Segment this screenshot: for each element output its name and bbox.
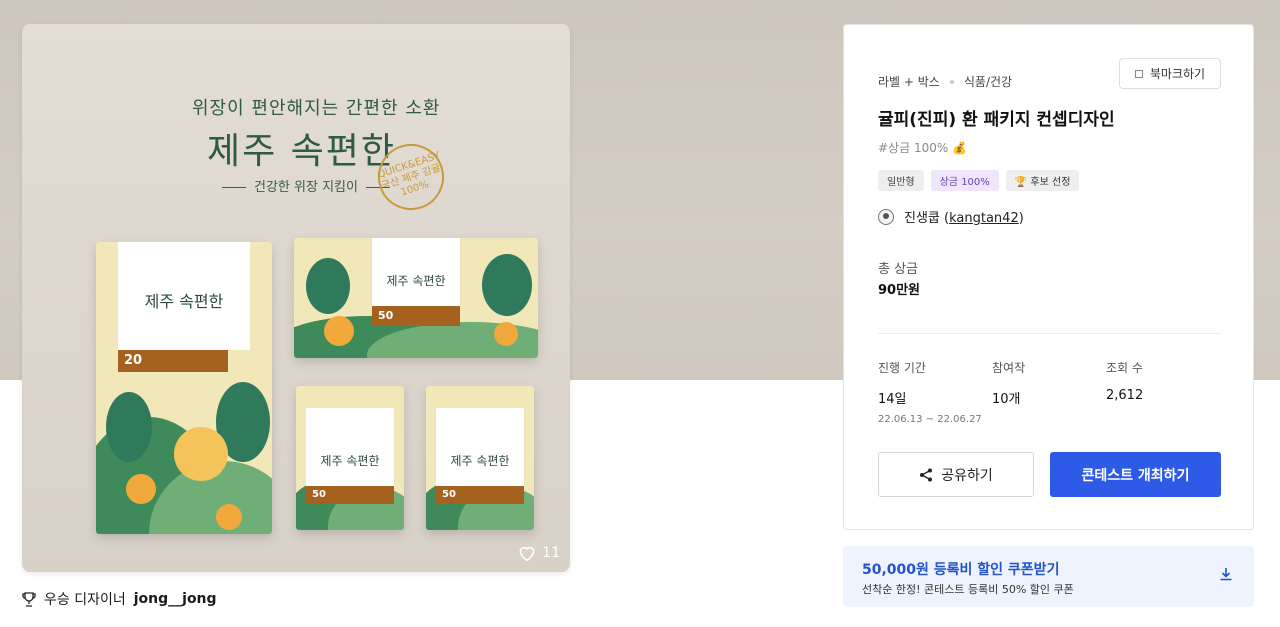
product-image[interactable]: 위장이 편안해지는 간편한 소환 제주 속편한 건강한 위장 지킴이 QUICK… <box>22 24 570 572</box>
pouch-brand-text: 제주 속편한 <box>144 292 224 311</box>
badge-type: 일반형 <box>878 170 924 191</box>
winner-label: 우승 디자이너 <box>44 592 126 608</box>
badge-row: 일반형 상금 100% 🏆 후보 선정 <box>878 170 1080 191</box>
badge-prize: 상금 100% <box>930 170 999 191</box>
participants-label: 참여작 <box>992 361 1026 375</box>
like-count: 11 <box>542 545 560 561</box>
heart-icon <box>519 546 535 562</box>
coupon-banner[interactable]: 50,000원 등록비 할인 쿠폰받기 선착순 한정! 콘테스트 등록비 50%… <box>843 546 1254 607</box>
image-title: 제주 속편한 <box>207 131 397 172</box>
badge-candidate: 🏆 후보 선정 <box>1005 170 1080 191</box>
host-avatar <box>878 208 894 225</box>
open-contest-button[interactable]: 콘테스트 개최하기 <box>1050 452 1221 497</box>
host-row[interactable]: 진생쿱 (kangtan42) <box>878 207 1024 226</box>
period-value: 14일 <box>878 392 907 407</box>
category-primary[interactable]: 라벨 + 박스 <box>878 73 940 90</box>
separator-dot <box>949 79 954 84</box>
stat-views: 조회 수 2,612 <box>1106 359 1143 403</box>
package-pouch-small-1: 제주 속편한 50 <box>296 386 404 530</box>
bookmark-icon <box>1134 69 1143 78</box>
category-breadcrumb: 라벨 + 박스 식품/건강 <box>878 73 1012 90</box>
coupon-subtitle: 선착순 한정! 콘테스트 등록비 50% 할인 쿠폰 <box>862 583 1074 596</box>
pouch-count: 20 <box>124 353 143 368</box>
participants-value: 10개 <box>992 392 1021 407</box>
contest-info-card: 라벨 + 박스 식품/건강 북마크하기 귤피(진피) 환 패키지 컨셉디자인 #… <box>843 24 1254 530</box>
bookmark-label: 북마크하기 <box>1149 67 1206 81</box>
stat-period: 진행 기간 14일 22.06.13 ~ 22.06.27 <box>878 359 982 425</box>
image-arc-text: 위장이 편안해지는 간편한 소환 <box>192 98 441 119</box>
box-brand-text: 제주 속편한 <box>386 274 446 288</box>
winner-row: 우승 디자이너 jong__jong <box>22 589 217 609</box>
period-dates: 22.06.13 ~ 22.06.27 <box>878 414 982 425</box>
small-pouch-1-brand: 제주 속편한 <box>320 454 380 468</box>
divider <box>878 333 1221 334</box>
contest-title: 귤피(진피) 환 패키지 컨셉디자인 <box>878 110 1115 130</box>
package-pouch-large: 제주 속편한 20 <box>96 242 272 534</box>
trophy-icon <box>22 591 36 607</box>
winner-name[interactable]: jong__jong <box>134 591 217 607</box>
total-prize-value: 90만원 <box>878 283 921 298</box>
box-count: 50 <box>378 309 394 322</box>
share-label: 공유하기 <box>941 467 993 484</box>
total-prize-label: 총 상금 <box>878 262 919 277</box>
coupon-title: 50,000원 등록비 할인 쿠폰받기 <box>862 562 1060 578</box>
share-icon <box>920 468 933 481</box>
host-handle[interactable]: kangtan42 <box>949 211 1019 226</box>
small-pouch-2-count: 50 <box>442 489 456 500</box>
package-box: 제주 속편한 50 <box>294 238 538 358</box>
image-subline: 건강한 위장 지킴이 <box>214 176 398 195</box>
period-label: 진행 기간 <box>878 361 926 375</box>
prize-hashtag[interactable]: #상금 100% 💰 <box>878 139 967 156</box>
category-secondary[interactable]: 식품/건강 <box>964 73 1012 90</box>
package-pouch-small-2: 제주 속편한 50 <box>426 386 534 530</box>
views-value: 2,612 <box>1106 388 1144 403</box>
like-button[interactable]: 11 <box>517 544 560 562</box>
bookmark-button[interactable]: 북마크하기 <box>1119 58 1221 89</box>
share-button[interactable]: 공유하기 <box>878 452 1034 497</box>
small-pouch-1-count: 50 <box>312 489 326 500</box>
stat-participants: 참여작 10개 <box>992 359 1025 407</box>
download-icon[interactable] <box>1218 566 1234 582</box>
views-label: 조회 수 <box>1106 361 1143 375</box>
small-pouch-2-brand: 제주 속편한 <box>450 454 510 468</box>
host-name: 진생쿱 <box>904 211 940 226</box>
